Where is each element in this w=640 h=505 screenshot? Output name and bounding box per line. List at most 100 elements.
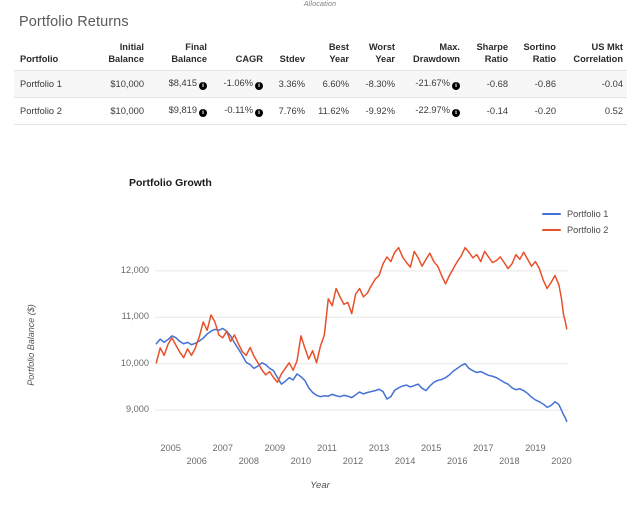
cell-worst-year: -9.92%	[353, 98, 399, 125]
chart-x-tick-label: 2011	[310, 443, 344, 453]
cell-best-year: 6.60%	[309, 71, 353, 98]
col-header-sharpe-ratio: Sharpe Ratio	[464, 42, 512, 71]
chart-x-tick-label: 2007	[206, 443, 240, 453]
col-header-sharpe-ratio-l2: Ratio	[485, 54, 508, 64]
chart-x-tick-label: 2017	[466, 443, 500, 453]
chart-x-tick-label: 2013	[362, 443, 396, 453]
col-header-initial-balance: Initial Balance	[88, 42, 148, 71]
portfolio-returns-table: Portfolio Initial Balance Final Balance …	[14, 42, 627, 125]
col-header-final-balance-l1: Final	[185, 42, 207, 52]
legend-label: Portfolio 2	[567, 225, 608, 235]
info-icon[interactable]: i	[255, 82, 263, 90]
chart-x-tick-label: 2006	[180, 456, 214, 466]
table-header: Portfolio Initial Balance Final Balance …	[14, 42, 627, 71]
chart-x-tick-label: 2012	[336, 456, 370, 466]
col-header-best-year-l2: Year	[329, 54, 349, 64]
col-header-portfolio: Portfolio	[14, 42, 88, 71]
cell-sortino-ratio: -0.20	[512, 98, 560, 125]
cell-sharpe-ratio: -0.68	[464, 71, 512, 98]
chart-x-tick-label: 2020	[544, 456, 578, 466]
col-header-worst-year-l2: Year	[375, 54, 395, 64]
chart-y-tick-label: 10,000	[95, 358, 149, 368]
chart-x-tick-label: 2009	[258, 443, 292, 453]
cell-max-drawdown-value: -22.97%	[415, 105, 450, 115]
cell-sortino-ratio: -0.86	[512, 71, 560, 98]
chart-x-tick-label: 2008	[232, 456, 266, 466]
chart-x-tick-label: 2019	[518, 443, 552, 453]
portfolio-growth-chart: Portfolio Growth Portfolio Balance ($) Y…	[0, 150, 640, 505]
cell-us-mkt-correlation: 0.52	[560, 98, 627, 125]
info-icon[interactable]: i	[452, 109, 460, 117]
portfolio-returns-table-wrapper: Portfolio Initial Balance Final Balance …	[14, 42, 627, 125]
col-header-worst-year-l1: Worst	[369, 42, 395, 52]
legend-item-portfolio-2[interactable]: Portfolio 2	[542, 223, 608, 237]
info-icon[interactable]: i	[452, 82, 460, 90]
cell-sharpe-ratio: -0.14	[464, 98, 512, 125]
chart-x-tick-label: 2005	[154, 443, 188, 453]
cell-portfolio: Portfolio 1	[14, 71, 88, 98]
cell-cagr-value: -0.11%	[224, 105, 253, 115]
table-body: Portfolio 1 $10,000 $8,415i -1.06%i 3.36…	[14, 71, 627, 125]
col-header-us-mkt-correlation: US Mkt Correlation	[560, 42, 627, 71]
chart-legend: Portfolio 1 Portfolio 2	[542, 207, 608, 239]
col-header-max-drawdown-l1: Max.	[439, 42, 460, 52]
cell-worst-year: -8.30%	[353, 71, 399, 98]
cell-final-balance-value: $8,415	[169, 78, 197, 88]
cell-stdev: 3.36%	[267, 71, 309, 98]
chart-x-tick-label: 2015	[414, 443, 448, 453]
col-header-best-year-l1: Best	[329, 42, 349, 52]
table-row: Portfolio 2 $10,000 $9,819i -0.11%i 7.76…	[14, 98, 627, 125]
cell-max-drawdown: -21.67%i	[399, 71, 464, 98]
page-title: Portfolio Returns	[19, 14, 129, 30]
legend-swatch-icon	[542, 229, 561, 231]
info-icon[interactable]: i	[199, 109, 207, 117]
col-header-final-balance: Final Balance	[148, 42, 211, 71]
legend-item-portfolio-1[interactable]: Portfolio 1	[542, 207, 608, 221]
legend-swatch-icon	[542, 213, 561, 215]
info-icon[interactable]: i	[255, 109, 263, 117]
col-header-final-balance-l2: Balance	[171, 54, 207, 64]
chart-x-tick-label: 2010	[284, 456, 318, 466]
col-header-cagr-l2: CAGR	[236, 54, 263, 64]
allocation-caption: Allocation	[0, 1, 640, 8]
col-header-initial-balance-l1: Initial	[120, 42, 144, 52]
col-header-sortino-ratio: Sortino Ratio	[512, 42, 560, 71]
col-header-stdev-l2: Stdev	[280, 54, 305, 64]
col-header-stdev: Stdev	[267, 42, 309, 71]
chart-x-tick-label: 2018	[492, 456, 526, 466]
cell-best-year: 11.62%	[309, 98, 353, 125]
cell-final-balance: $8,415i	[148, 71, 211, 98]
table-header-row: Portfolio Initial Balance Final Balance …	[14, 42, 627, 71]
cell-final-balance: $9,819i	[148, 98, 211, 125]
col-header-cagr: CAGR	[211, 42, 267, 71]
col-header-initial-balance-l2: Balance	[108, 54, 144, 64]
col-header-max-drawdown: Max. Drawdown	[399, 42, 464, 71]
chart-y-tick-label: 11,000	[95, 311, 149, 321]
cell-initial-balance: $10,000	[88, 71, 148, 98]
cell-initial-balance: $10,000	[88, 98, 148, 125]
cell-max-drawdown: -22.97%i	[399, 98, 464, 125]
col-header-best-year: Best Year	[309, 42, 353, 71]
table-row: Portfolio 1 $10,000 $8,415i -1.06%i 3.36…	[14, 71, 627, 98]
chart-x-tick-label: 2016	[440, 456, 474, 466]
cell-cagr: -0.11%i	[211, 98, 267, 125]
info-icon[interactable]: i	[199, 82, 207, 90]
cell-max-drawdown-value: -21.67%	[415, 78, 450, 88]
col-header-sortino-ratio-l2: Ratio	[533, 54, 556, 64]
col-header-sharpe-ratio-l1: Sharpe	[476, 42, 508, 52]
cell-stdev: 7.76%	[267, 98, 309, 125]
cell-portfolio: Portfolio 2	[14, 98, 88, 125]
chart-x-tick-label: 2014	[388, 456, 422, 466]
cell-final-balance-value: $9,819	[169, 105, 197, 115]
col-header-sortino-ratio-l1: Sortino	[523, 42, 556, 52]
cell-cagr: -1.06%i	[211, 71, 267, 98]
chart-y-tick-label: 9,000	[95, 404, 149, 414]
col-header-us-mkt-correlation-l1: US Mkt	[591, 42, 623, 52]
col-header-us-mkt-correlation-l2: Correlation	[573, 54, 623, 64]
legend-label: Portfolio 1	[567, 209, 608, 219]
chart-y-tick-label: 12,000	[95, 265, 149, 275]
cell-us-mkt-correlation: -0.04	[560, 71, 627, 98]
col-header-max-drawdown-l2: Drawdown	[413, 54, 460, 64]
col-header-portfolio-l2: Portfolio	[20, 54, 58, 64]
cell-cagr-value: -1.06%	[224, 78, 253, 88]
